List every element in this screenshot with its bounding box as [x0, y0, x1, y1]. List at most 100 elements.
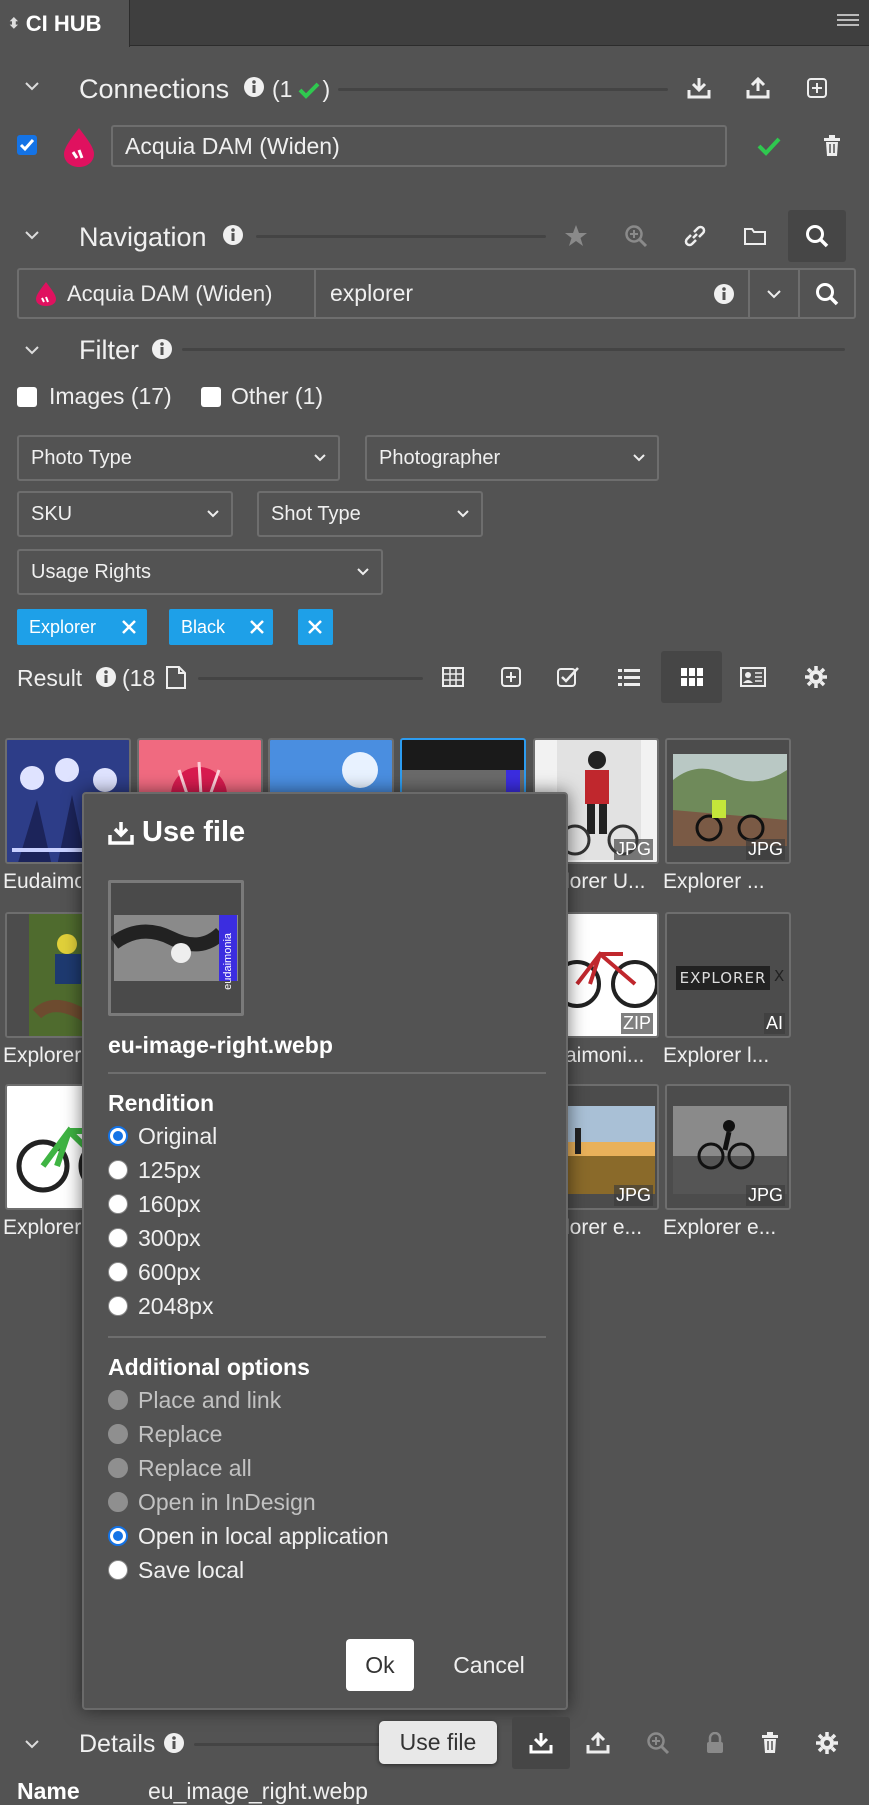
remove-tag-icon[interactable]	[121, 619, 137, 635]
add-connection-icon[interactable]	[791, 62, 843, 114]
format-badge: JPG	[613, 1185, 653, 1206]
result-thumbnail[interactable]: JPG	[665, 738, 791, 864]
option-open-in-local-application[interactable]: Open in local application	[108, 1521, 389, 1551]
search-input[interactable]: explorer	[318, 270, 766, 317]
filter-checkbox-other[interactable]: Other (1)	[201, 383, 323, 410]
clear-all-tags-button[interactable]	[298, 609, 333, 645]
radio[interactable]	[108, 1262, 128, 1282]
collapse-chevron-icon[interactable]	[24, 81, 40, 91]
details-name-value: eu_image_right.webp	[148, 1778, 368, 1804]
connection-ok-icon[interactable]	[743, 120, 795, 172]
remove-tag-icon[interactable]	[249, 619, 265, 635]
sku-dropdown[interactable]: SKU	[17, 491, 233, 537]
list-view-icon[interactable]	[603, 651, 655, 703]
sort-arrows-icon: ⬍	[8, 15, 20, 31]
link-icon[interactable]	[669, 210, 721, 262]
rendition-option-160px[interactable]: 160px	[108, 1189, 201, 1219]
radio-selected[interactable]	[108, 1126, 128, 1146]
section-divider	[338, 88, 668, 91]
usage-rights-dropdown[interactable]: Usage Rights	[17, 549, 383, 595]
chevron-down-icon	[357, 568, 369, 576]
result-thumbnail[interactable]: EXPLORER X AI	[665, 912, 791, 1038]
collapse-chevron-icon[interactable]	[24, 230, 40, 240]
result-thumbnail[interactable]: JPG	[665, 1084, 791, 1210]
grid-view-icon[interactable]	[661, 651, 722, 703]
card-view-icon[interactable]	[727, 651, 779, 703]
section-divider	[194, 1743, 384, 1746]
details-name-label: Name	[17, 1778, 80, 1804]
chevron-down-icon	[633, 454, 645, 462]
photographer-dropdown[interactable]: Photographer	[365, 435, 659, 481]
navigation-header: Navigation	[0, 210, 869, 262]
filter-checkbox-images[interactable]: Images (17)	[17, 383, 172, 410]
radio[interactable]	[108, 1228, 128, 1248]
search-options-dropdown[interactable]	[748, 270, 798, 317]
app-title: CI HUB	[25, 10, 102, 36]
section-divider	[256, 235, 546, 238]
add-icon[interactable]	[485, 651, 537, 703]
rendition-option-300px[interactable]: 300px	[108, 1223, 201, 1253]
delete-connection-icon[interactable]	[806, 120, 858, 172]
source-selector[interactable]: Acquia DAM (Widen)	[19, 270, 316, 317]
collapse-chevron-icon[interactable]	[24, 345, 40, 355]
select-all-icon[interactable]	[542, 651, 594, 703]
collapse-chevron-icon[interactable]	[24, 1739, 40, 1749]
rendition-option-2048px[interactable]: 2048px	[108, 1291, 213, 1321]
use-file-icon[interactable]	[512, 1717, 570, 1769]
download-icon[interactable]	[673, 62, 725, 114]
connection-checkbox[interactable]	[17, 135, 37, 155]
info-icon[interactable]	[713, 283, 735, 305]
chevron-down-icon	[314, 454, 326, 462]
ok-button[interactable]: Ok	[346, 1639, 414, 1691]
zoom-search-icon[interactable]	[610, 210, 662, 262]
info-icon[interactable]	[151, 338, 173, 360]
favorites-star-icon[interactable]	[550, 210, 602, 262]
radio[interactable]	[108, 1560, 128, 1580]
radio[interactable]	[108, 1160, 128, 1180]
panel-menu-icon[interactable]	[837, 12, 859, 30]
result-label: Explorer e...	[663, 1216, 777, 1239]
radio[interactable]	[108, 1296, 128, 1316]
rendition-option-600px[interactable]: 600px	[108, 1257, 201, 1287]
radio-selected[interactable]	[108, 1526, 128, 1546]
search-mode-icon[interactable]	[788, 210, 846, 262]
filter-tag-black: Black	[169, 609, 273, 645]
explorer-logo: EXPLORER	[676, 966, 770, 990]
connections-header: Connections (1 )	[0, 64, 869, 114]
section-divider	[182, 348, 845, 351]
dialog-preview-image: eudaimonia	[108, 880, 244, 1016]
delete-icon[interactable]	[744, 1717, 796, 1769]
upload-icon[interactable]	[572, 1717, 624, 1769]
additional-options-title: Additional options	[108, 1354, 310, 1380]
info-icon[interactable]	[95, 666, 117, 688]
photo-type-dropdown[interactable]: Photo Type	[17, 435, 340, 481]
shot-type-dropdown[interactable]: Shot Type	[257, 491, 483, 537]
rendition-option-original[interactable]: Original	[108, 1121, 217, 1151]
search-bar: Acquia DAM (Widen) explorer	[17, 268, 856, 319]
result-header: Result (18	[0, 651, 869, 703]
settings-gear-icon[interactable]	[790, 651, 842, 703]
info-icon[interactable]	[243, 76, 265, 98]
filter-title: Filter	[79, 335, 139, 365]
checkbox[interactable]	[201, 386, 221, 407]
table-view-icon[interactable]	[427, 651, 479, 703]
folder-icon[interactable]	[729, 210, 781, 262]
connection-name-field[interactable]: Acquia DAM (Widen)	[111, 125, 727, 167]
cancel-button[interactable]: Cancel	[434, 1639, 544, 1691]
option-place-and-link: Place and link	[108, 1385, 281, 1415]
app-tab[interactable]: ⬍ CI HUB	[0, 0, 130, 47]
filter-header: Filter	[0, 325, 869, 375]
eudaimonia-vertical-text: eudaimonia	[222, 933, 234, 990]
option-save-local[interactable]: Save local	[108, 1555, 244, 1585]
rendition-option-125px[interactable]: 125px	[108, 1155, 201, 1185]
info-icon[interactable]	[163, 1732, 185, 1754]
checkbox[interactable]	[17, 386, 37, 407]
zoom-search-icon[interactable]	[632, 1717, 684, 1769]
info-icon[interactable]	[222, 224, 244, 246]
upload-icon[interactable]	[732, 62, 784, 114]
radio[interactable]	[108, 1194, 128, 1214]
settings-gear-icon[interactable]	[801, 1717, 853, 1769]
lock-icon[interactable]	[689, 1717, 741, 1769]
search-submit-button[interactable]	[798, 270, 854, 317]
result-label: lorer U...	[565, 870, 646, 893]
